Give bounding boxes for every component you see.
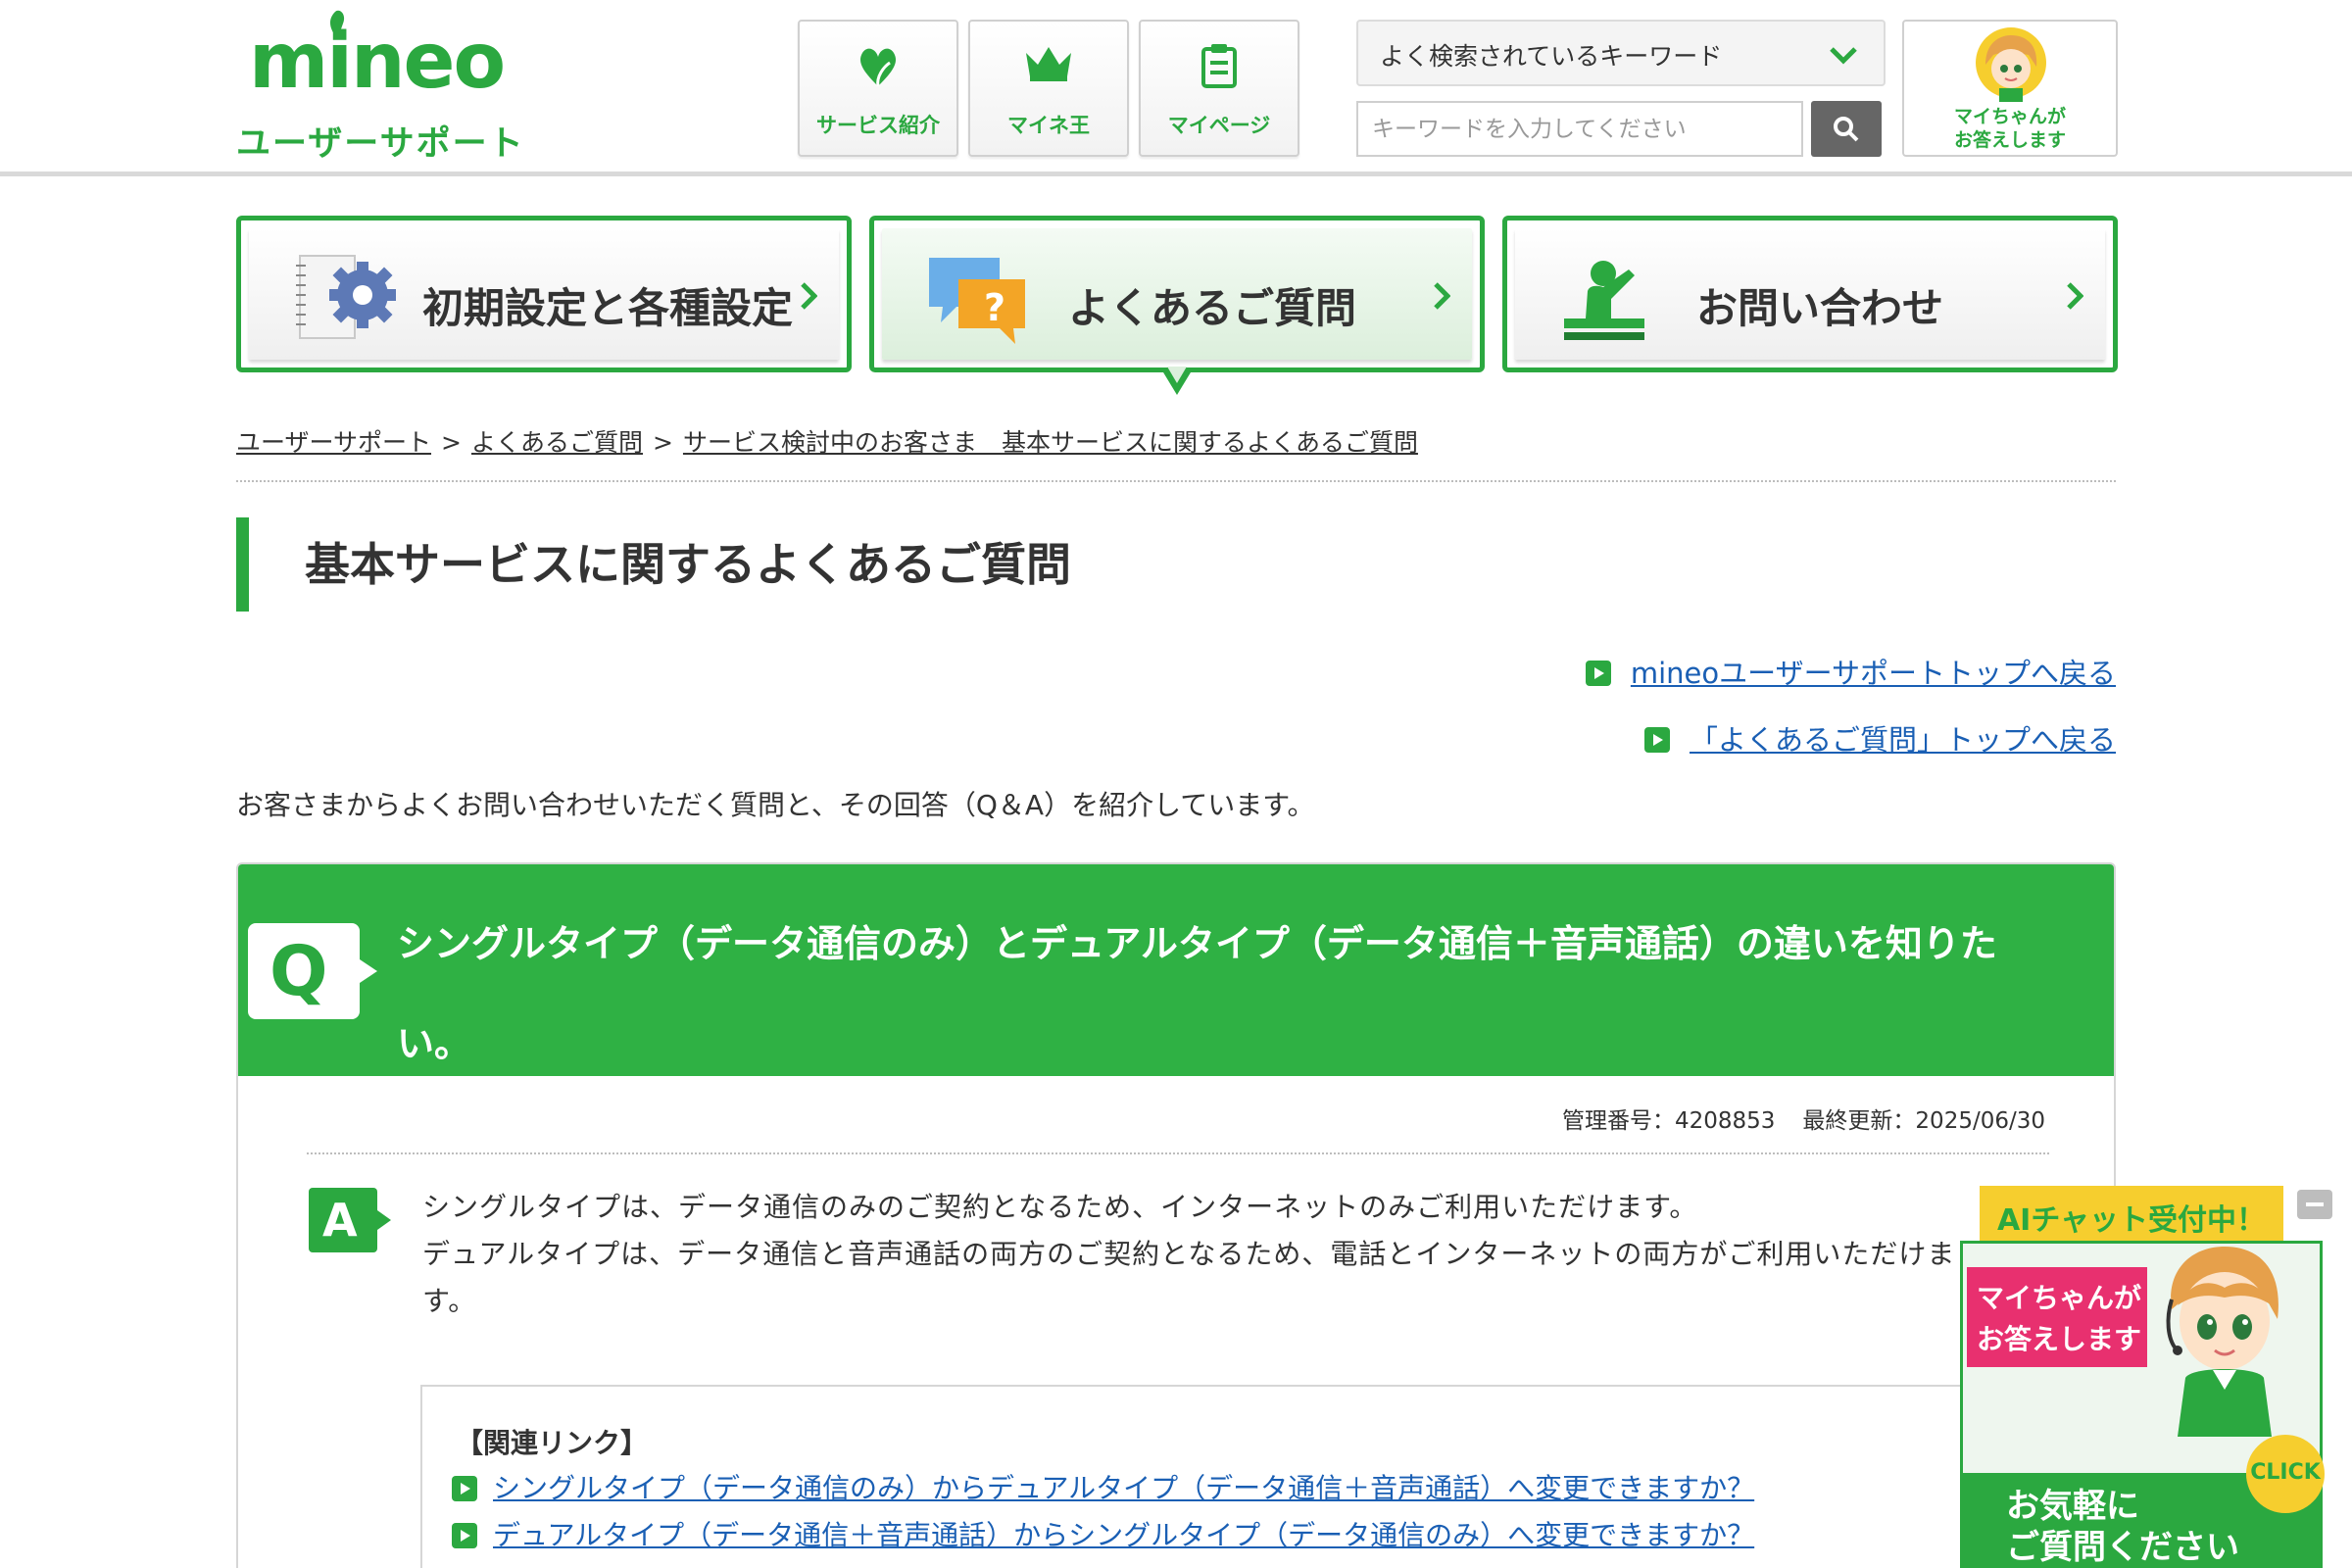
crown-icon bbox=[1026, 47, 1071, 81]
chat-bottom-line-2: ご質問ください bbox=[2006, 1528, 2239, 1567]
chevron-right-icon bbox=[2067, 282, 2083, 310]
nav-label: マイネ王 bbox=[1007, 114, 1090, 137]
back-to-support-top: mineoユーザーサポートトップへ戻る bbox=[1585, 651, 2116, 692]
related-link-item: デュアルタイプ（データ通信＋音声通話）からシングルタイプ（データ通信のみ）へ変更… bbox=[452, 1514, 1754, 1553]
notebook-gear-icon bbox=[296, 255, 396, 339]
back-to-support-top-link[interactable]: mineoユーザーサポートトップへ戻る bbox=[1631, 657, 2116, 690]
mai-chan-avatar-icon bbox=[1976, 27, 2046, 102]
management-number: 管理番号：4208853 bbox=[1561, 1108, 1776, 1134]
chat-ribbon-text: AIチャット受付中！ bbox=[1996, 1203, 2267, 1238]
popular-keywords-dropdown[interactable]: よく検索されているキーワード bbox=[1356, 20, 1886, 86]
chat-pink-line-2: お答えします bbox=[1977, 1323, 2142, 1355]
tab-initial-settings[interactable]: 初期設定と各種設定 bbox=[236, 216, 852, 372]
active-tab-pointer-inner bbox=[1167, 367, 1187, 383]
breadcrumb-separator: > bbox=[652, 428, 673, 457]
q-badge-arrow bbox=[360, 959, 377, 983]
qa-meta: 管理番号：4208853 最終更新：2025/06/30 bbox=[1562, 1102, 2045, 1135]
chat-click-badge[interactable]: CLICK bbox=[2246, 1435, 2325, 1513]
question-text: シングルタイプ（データ通信のみ）とデュアルタイプ（データ通信＋音声通話）の違いを… bbox=[397, 922, 1997, 1065]
nav-label: マイページ bbox=[1167, 114, 1271, 137]
arrow-square-icon bbox=[1585, 661, 1611, 686]
page-title-text: 基本サービスに関するよくあるご質問 bbox=[305, 538, 1071, 591]
question-header: Q シングルタイプ（データ通信のみ）とデュアルタイプ（データ通信＋音声通話）の違… bbox=[238, 864, 2114, 1076]
mai-chan-assistant-button[interactable]: マイちゃんが お答えします bbox=[1902, 20, 2118, 157]
answer-text: シングルタイプは、データ通信のみのご契約となるため、インターネットのみご利用いた… bbox=[422, 1184, 1990, 1325]
breadcrumb-link-faq[interactable]: よくあるご質問 bbox=[471, 428, 643, 457]
nav-service-intro-button[interactable]: サービス紹介 bbox=[798, 20, 958, 157]
tab-inner: ? よくあるご質問 bbox=[882, 228, 1472, 360]
heart-leaf-icon bbox=[859, 48, 897, 87]
search-icon bbox=[1834, 117, 1859, 142]
arrow-square-icon bbox=[452, 1476, 477, 1501]
chat-click-text: CLICK bbox=[2250, 1460, 2321, 1485]
answer-line-2: デュアルタイプは、データ通信と音声通話の両方のご契約となるため、電話とインターネ… bbox=[422, 1238, 1956, 1317]
related-link-dual-to-single[interactable]: デュアルタイプ（データ通信＋音声通話）からシングルタイプ（データ通信のみ）へ変更… bbox=[493, 1519, 1754, 1551]
related-links-title: 【関連リンク】 bbox=[456, 1427, 649, 1459]
chat-ribbon: AIチャット受付中！ bbox=[1980, 1186, 2283, 1241]
chat-pink-line-1: マイちゃんが bbox=[1977, 1282, 2142, 1314]
nav-label: サービス紹介 bbox=[816, 114, 940, 137]
answer-line-1: シングルタイプは、データ通信のみのご契約となるため、インターネットのみご利用いた… bbox=[422, 1191, 1698, 1223]
ai-chat-widget[interactable]: マイちゃんが お答えします お気軽に ご質問ください AIチャット受付中！ CL… bbox=[1960, 1186, 2332, 1568]
svg-text:?: ? bbox=[984, 286, 1005, 329]
tab-label: お問い合わせ bbox=[1696, 284, 1944, 332]
assistant-line-2: お答えします bbox=[1953, 129, 2066, 151]
page-title: 基本サービスに関するよくあるご質問 bbox=[236, 517, 1071, 612]
arrow-square-icon bbox=[452, 1523, 477, 1548]
a-badge-arrow bbox=[377, 1210, 391, 1230]
chevron-right-icon bbox=[801, 282, 817, 310]
divider bbox=[236, 480, 2116, 482]
tab-inner: お問い合わせ bbox=[1515, 228, 2105, 360]
chat-pink-label: マイちゃんが お答えします bbox=[1967, 1267, 2147, 1367]
breadcrumb-link-current[interactable]: サービス検討中のお客さま 基本サービスに関するよくあるご質問 bbox=[683, 428, 1418, 457]
dropdown-label: よく検索されているキーワード bbox=[1380, 42, 1723, 71]
tab-label: 初期設定と各種設定 bbox=[422, 284, 794, 332]
tab-faq[interactable]: ? よくあるご質問 bbox=[869, 216, 1485, 372]
breadcrumb-link-user-support[interactable]: ユーザーサポート bbox=[236, 428, 431, 457]
nav-maineo-button[interactable]: マイネ王 bbox=[968, 20, 1129, 157]
logo-subtitle: ユーザーサポート bbox=[236, 124, 525, 164]
question-bubble-icon: ? bbox=[929, 258, 1025, 344]
notepad-icon bbox=[1201, 44, 1237, 88]
search-button[interactable] bbox=[1811, 101, 1882, 157]
a-badge: A bbox=[309, 1188, 377, 1252]
qa-card: Q シングルタイプ（データ通信のみ）とデュアルタイプ（データ通信＋音声通話）の違… bbox=[236, 862, 2116, 1568]
tab-contact[interactable]: お問い合わせ bbox=[1502, 216, 2118, 372]
breadcrumb-separator: > bbox=[441, 428, 462, 457]
a-badge-letter: A bbox=[322, 1194, 358, 1247]
related-links-box: 【関連リンク】 シングルタイプ（データ通信のみ）からデュアルタイプ（データ通信＋… bbox=[420, 1385, 2106, 1568]
tab-inner: 初期設定と各種設定 bbox=[249, 228, 839, 360]
site-header: mineo ユーザーサポート サービス紹介 マイネ王 マイページ よく検索されて… bbox=[0, 0, 2352, 176]
intro-text: お客さまからよくお問い合わせいただく質問と、その回答（Q＆A）を紹介しています。 bbox=[236, 789, 1315, 821]
operator-desk-icon bbox=[1564, 261, 1644, 340]
related-link-single-to-dual[interactable]: シングルタイプ（データ通信のみ）からデュアルタイプ（データ通信＋音声通話）へ変更… bbox=[493, 1472, 1754, 1504]
breadcrumb: ユーザーサポート > よくあるご質問 > サービス検討中のお客さま 基本サービスに関する… bbox=[236, 423, 1418, 459]
chat-minimize-button[interactable] bbox=[2297, 1190, 2332, 1219]
assistant-line-1: マイちゃんが bbox=[1953, 106, 2066, 127]
tab-label: よくあるご質問 bbox=[1068, 284, 1357, 332]
keyword-search-input[interactable] bbox=[1356, 101, 1803, 157]
chevron-right-icon bbox=[1434, 282, 1450, 310]
arrow-square-icon bbox=[1643, 727, 1670, 753]
q-badge-letter: Q bbox=[270, 931, 328, 1011]
divider bbox=[307, 1152, 2049, 1154]
last-updated: 最終更新：2025/06/30 bbox=[1802, 1108, 2045, 1134]
nav-mypage-button[interactable]: マイページ bbox=[1139, 20, 1299, 157]
back-to-faq-top-link[interactable]: 「よくあるご質問」トップへ戻る bbox=[1690, 723, 2116, 757]
logo-text: mineo bbox=[249, 18, 506, 106]
back-to-faq-top: 「よくあるご質問」トップへ戻る bbox=[1643, 717, 2116, 759]
related-link-item: シングルタイプ（データ通信のみ）からデュアルタイプ（データ通信＋音声通話）へ変更… bbox=[452, 1467, 1754, 1506]
q-badge: Q bbox=[248, 923, 360, 1019]
chevron-down-icon bbox=[1830, 47, 1857, 65]
mai-chan-character-icon bbox=[2166, 1247, 2278, 1437]
